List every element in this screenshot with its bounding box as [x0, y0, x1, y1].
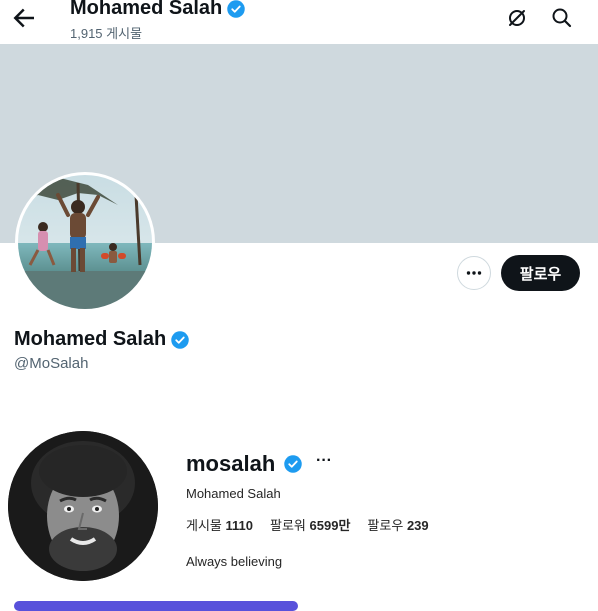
instagram-following-label: 팔로우	[367, 518, 404, 533]
instagram-username[interactable]: mosalah	[186, 451, 275, 477]
header-name: Mohamed Salah	[70, 0, 223, 19]
instagram-posts-count: 1110	[225, 518, 254, 533]
post-count: 1,915 게시물	[70, 26, 143, 41]
instagram-posts-stat: 게시물 1110	[186, 515, 253, 534]
search-icon	[552, 8, 572, 28]
search-button[interactable]	[549, 5, 575, 31]
verified-badge-icon[interactable]	[170, 330, 190, 350]
back-button[interactable]	[9, 3, 39, 33]
instagram-followers-label: 팔로워	[270, 518, 306, 533]
instagram-following-count: 239	[406, 518, 429, 533]
instagram-full-name: Mohamed Salah	[186, 486, 281, 501]
instagram-more-button[interactable]: ···	[316, 452, 332, 470]
verified-badge-icon	[284, 455, 303, 473]
follow-button[interactable]: 팔로우	[501, 255, 580, 291]
verified-badge-icon	[227, 0, 246, 18]
instagram-stats: 게시물 1110 팔로워 6599만 팔로우 239	[186, 515, 429, 534]
instagram-username-row: mosalah	[186, 451, 303, 477]
instagram-followers-count: 6599만	[309, 518, 351, 533]
instagram-action-bar[interactable]	[14, 601, 298, 611]
instagram-posts-label: 게시물	[186, 518, 222, 533]
avatar-photo	[18, 175, 152, 309]
instagram-followers-stat[interactable]: 팔로워 6599만	[270, 515, 350, 534]
grok-button[interactable]	[504, 5, 530, 31]
instagram-avatar-photo	[8, 431, 158, 581]
grok-circle-icon	[509, 10, 525, 26]
more-horizontal-icon	[466, 271, 482, 275]
more-options-button[interactable]	[457, 256, 491, 290]
instagram-bio: Always believing	[186, 554, 283, 569]
profile-handle: @MoSalah	[14, 355, 89, 372]
profile-header: Mohamed Salah 1,915 게시물	[0, 0, 598, 44]
instagram-avatar[interactable]	[8, 431, 158, 581]
header-title: Mohamed Salah	[70, 0, 246, 20]
profile-name: Mohamed Salah	[14, 328, 167, 350]
instagram-following-stat[interactable]: 팔로우 239	[367, 515, 428, 534]
profile-name-row: Mohamed Salah	[14, 328, 190, 351]
arrow-left-icon	[13, 8, 34, 28]
avatar[interactable]	[18, 175, 152, 309]
avatar-ring	[15, 172, 155, 312]
